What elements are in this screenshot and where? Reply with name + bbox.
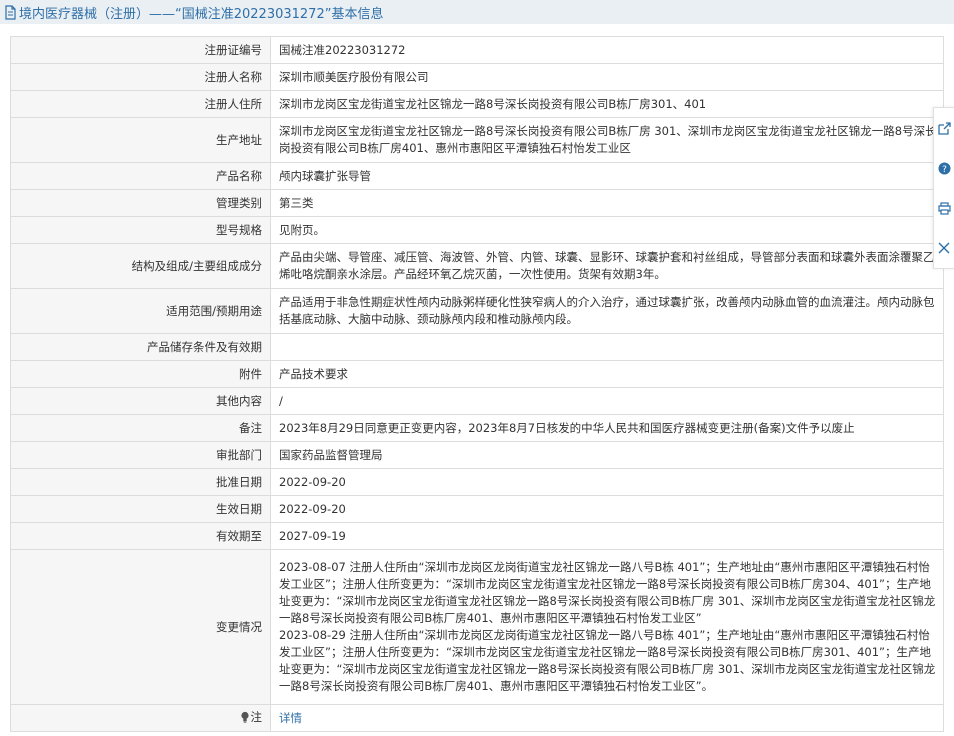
document-icon [4,4,17,20]
row-label: 型号规格 [10,216,271,244]
row-value: 见附页。 [270,216,944,244]
row-label: 结构及组成/主要组成成分 [10,243,271,289]
table-row: 型号规格 见附页。 [10,216,944,244]
table-row: 生产地址 深圳市龙岗区宝龙街道宝龙社区锦龙一路8号深长岗投资有限公司B栋厂房 30… [10,117,944,163]
row-value: 国械注准20223031272 [270,36,944,64]
row-value: 2022-09-20 [270,495,944,523]
row-value: 深圳市顺美医疗股份有限公司 [270,63,944,91]
svg-text:?: ? [942,165,947,175]
row-label: 产品名称 [10,162,271,190]
side-toolbar: ? [933,107,954,269]
table-row: 备注 2023年8月29日同意更正变更内容，2023年8月7日核发的中华人民共和国… [10,414,944,442]
row-value [270,333,944,361]
row-label: 产品储存条件及有效期 [10,333,271,361]
table-row: 附件 产品技术要求 [10,360,944,388]
table-row: 产品储存条件及有效期 [10,333,944,361]
row-value: 深圳市龙岗区宝龙街道宝龙社区锦龙一路8号深长岗投资有限公司B栋厂房301、401 [270,90,944,118]
table-row: 审批部门 国家药品监督管理局 [10,441,944,469]
table-row-changes: 变更情况 2023-08-07 注册人住所由“深圳市龙岗区龙岗街道宝龙社区锦龙一… [10,549,944,705]
note-label: 注 [250,709,263,724]
page-title: 境内医疗器械（注册）——“国械注准20223031272”基本信息 [19,6,384,22]
table-row: 结构及组成/主要组成成分 产品由尖端、导管座、减压管、海波管、外管、内管、球囊、显… [10,243,944,289]
row-label: 生产地址 [10,117,271,163]
row-label: 适用范围/预期用途 [10,288,271,334]
row-value: 颅内球囊扩张导管 [270,162,944,190]
detail-table: 注册证编号 国械注准20223031272 注册人名称 深圳市顺美医疗股份有限公司 … [10,36,944,732]
help-icon[interactable]: ? [938,162,951,175]
row-value: 2023年8月29日同意更正变更内容，2023年8月7日核发的中华人民共和国医疗… [270,414,944,442]
close-icon[interactable] [938,242,950,254]
page-header: 境内医疗器械（注册）——“国械注准20223031272”基本信息 [0,0,954,24]
row-value: 产品技术要求 [270,360,944,388]
row-value: 2027-09-19 [270,522,944,550]
row-value: 产品由尖端、导管座、减压管、海波管、外管、内管、球囊、显影环、球囊护套和衬丝组成… [270,243,944,289]
print-icon[interactable] [937,202,951,215]
table-row: 生效日期 2022-09-20 [10,495,944,523]
share-icon[interactable] [937,121,951,135]
lightbulb-icon [240,711,250,728]
row-value: 国家药品监督管理局 [270,441,944,469]
table-row: 注册证编号 国械注准20223031272 [10,36,944,64]
table-row: 批准日期 2022-09-20 [10,468,944,496]
row-value: 产品适用于非急性期症状性颅内动脉粥样硬化性狭窄病人的介入治疗，通过球囊扩张，改善… [270,288,944,334]
row-label: 注册人住所 [10,90,271,118]
row-label-changes: 变更情况 [10,549,271,705]
row-label: 注册证编号 [10,36,271,64]
row-value: / [270,387,944,415]
row-label: 备注 [10,414,271,442]
row-value: 第三类 [270,189,944,217]
row-label: 生效日期 [10,495,271,523]
change-entry: 2023-08-07 注册人住所由“深圳市龙岗区龙岗街道宝龙社区锦龙一路八号B栋… [279,560,936,625]
row-label: 附件 [10,360,271,388]
row-value: 2022-09-20 [270,468,944,496]
table-row: 适用范围/预期用途 产品适用于非急性期症状性颅内动脉粥样硬化性狭窄病人的介入治疗，… [10,288,944,334]
table-row-note: 注 详情 [10,704,944,732]
table-row: 产品名称 颅内球囊扩张导管 [10,162,944,190]
row-label: 管理类别 [10,189,271,217]
details-link[interactable]: 详情 [279,711,302,725]
note-label-cell: 注 [10,704,271,732]
table-row: 有效期至 2027-09-19 [10,522,944,550]
row-label: 批准日期 [10,468,271,496]
row-label: 注册人名称 [10,63,271,91]
note-value-cell: 详情 [270,704,944,732]
table-row: 管理类别 第三类 [10,189,944,217]
table-row: 其他内容 / [10,387,944,415]
table-row: 注册人住所 深圳市龙岗区宝龙街道宝龙社区锦龙一路8号深长岗投资有限公司B栋厂房30… [10,90,944,118]
change-entry: 2023-08-29 注册人住所由“深圳市龙岗区龙岗街道宝龙社区锦龙一路八号B栋… [279,628,936,693]
row-label: 其他内容 [10,387,271,415]
table-row: 注册人名称 深圳市顺美医疗股份有限公司 [10,63,944,91]
change-history: 2023-08-07 注册人住所由“深圳市龙岗区龙岗街道宝龙社区锦龙一路八号B栋… [270,549,944,705]
row-value: 深圳市龙岗区宝龙街道宝龙社区锦龙一路8号深长岗投资有限公司B栋厂房 301、深圳… [270,117,944,163]
row-label: 有效期至 [10,522,271,550]
row-label: 审批部门 [10,441,271,469]
